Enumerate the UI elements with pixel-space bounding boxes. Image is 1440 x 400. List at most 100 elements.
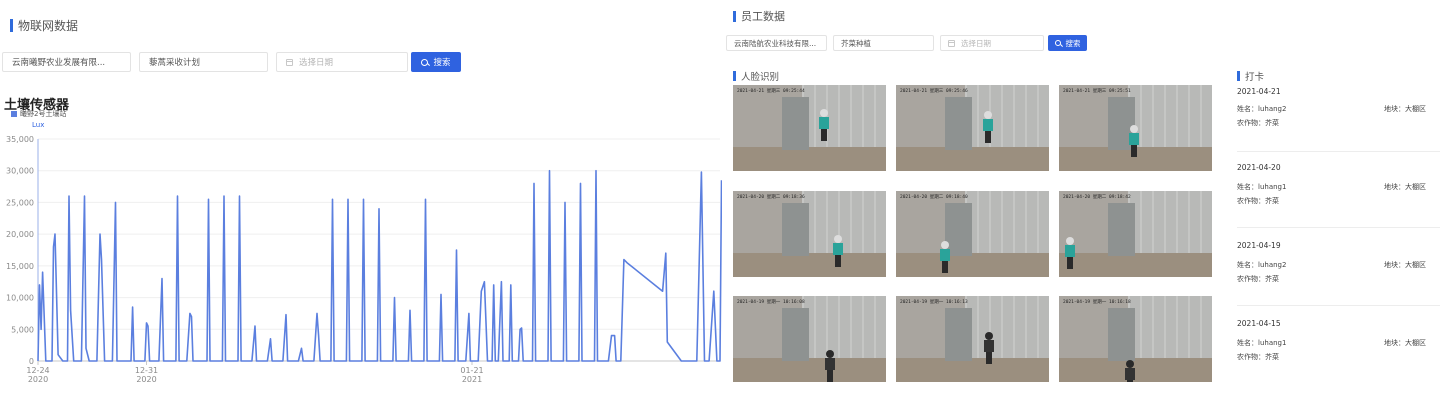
checkin-crop: 农作物：芥菜 <box>1237 118 1279 128</box>
face-photo[interactable]: 2021-04-19 星期一 10:16:08 <box>733 296 886 382</box>
plot-prefix: 地块： <box>1384 261 1405 269</box>
staff-search-label: 搜索 <box>1065 38 1081 48</box>
checkin-crop: 农作物：芥菜 <box>1237 352 1279 362</box>
checkin-crop: 农作物：芥菜 <box>1237 196 1279 206</box>
checkin-title-text: 打卡 <box>1245 72 1265 83</box>
calendar-icon <box>948 39 955 47</box>
y-tick-label: 10,000 <box>6 294 34 303</box>
checkin-name: 姓名：luhang2 <box>1237 104 1286 114</box>
checkin-record[interactable]: 2021-04-21 姓名：luhang2 地块：大棚区 农作物：芥菜 <box>1237 87 1440 152</box>
checkin-name: 姓名：luhang1 <box>1237 338 1286 348</box>
y-tick-label: 35,000 <box>6 135 34 144</box>
person-figure <box>984 332 994 364</box>
name-prefix: 姓名： <box>1237 261 1258 269</box>
checkin-divider <box>1237 227 1440 228</box>
checkin-plot: 地块：大棚区 <box>1384 104 1426 114</box>
checkin-record[interactable]: 2021-04-20 姓名：luhang1 地块：大棚区 农作物：芥菜 <box>1237 163 1440 228</box>
face-photo[interactable]: 2021-04-21 星期三 09:25:44 <box>733 85 886 171</box>
face-photo[interactable]: 2021-04-20 星期二 09:18:42 <box>1059 191 1212 277</box>
plot-prefix: 地块： <box>1384 339 1405 347</box>
plot-value: 大棚区 <box>1405 105 1426 113</box>
name-prefix: 姓名： <box>1237 339 1258 347</box>
face-title-text: 人脸识别 <box>741 72 780 83</box>
checkin-date: 2021-04-21 <box>1237 87 1281 96</box>
name-prefix: 姓名： <box>1237 105 1258 113</box>
person-figure <box>940 241 950 273</box>
staff-section-title: 员工数据 <box>733 8 785 24</box>
plot-value: 大棚区 <box>1405 261 1426 269</box>
person-figure <box>1129 125 1139 157</box>
crop-value: 芥菜 <box>1265 119 1279 127</box>
photo-timestamp: 2021-04-19 星期一 10:16:13 <box>900 300 968 305</box>
crop-prefix: 农作物： <box>1237 119 1265 127</box>
person-figure <box>1125 360 1135 382</box>
staff-date-picker[interactable]: 选择日期 <box>940 35 1044 51</box>
crop-prefix: 农作物： <box>1237 197 1265 205</box>
x-tick-label: 2020 <box>136 375 156 384</box>
checkin-date: 2021-04-19 <box>1237 241 1281 250</box>
checkin-name: 姓名：luhang1 <box>1237 182 1286 192</box>
photo-timestamp: 2021-04-21 星期三 09:25:46 <box>900 89 968 94</box>
photo-timestamp: 2021-04-21 星期三 09:25:51 <box>1063 89 1131 94</box>
checkin-record[interactable]: 2021-04-19 姓名：luhang2 地块：大棚区 农作物：芥菜 <box>1237 241 1440 306</box>
checkin-divider <box>1237 305 1440 306</box>
x-tick-label: 12-24 <box>26 366 49 375</box>
checkin-date: 2021-04-20 <box>1237 163 1281 172</box>
face-photo[interactable]: 2021-04-21 星期三 09:25:51 <box>1059 85 1212 171</box>
y-tick-label: 20,000 <box>6 230 34 239</box>
photo-timestamp: 2021-04-20 星期二 09:18:36 <box>737 195 805 200</box>
photo-timestamp: 2021-04-20 星期二 09:18:40 <box>900 195 968 200</box>
y-tick-label: 15,000 <box>6 262 34 271</box>
person-figure <box>833 235 843 267</box>
face-photo[interactable]: 2021-04-19 星期一 10:16:13 <box>896 296 1049 382</box>
name-value: luhang2 <box>1258 105 1287 113</box>
checkin-plot: 地块：大棚区 <box>1384 260 1426 270</box>
title-accent-bar <box>733 10 736 22</box>
photo-timestamp: 2021-04-20 星期二 09:18:42 <box>1063 195 1131 200</box>
person-figure <box>819 109 829 141</box>
iot-panel: 物联网数据 云南曦野农业发展有限... 藜蒿采收计划 选择日期 搜索 土壤传感器… <box>0 0 722 400</box>
sensor-chart: 0 5,000 10,000 15,000 20,000 25,000 30,000 35,0… <box>6 135 722 384</box>
plot-value: 大棚区 <box>1405 183 1426 191</box>
face-photo[interactable]: 2021-04-21 星期三 09:25:46 <box>896 85 1049 171</box>
staff-company-select[interactable]: 云南陆航农业科技有限... <box>726 35 827 51</box>
y-tick-label: 25,000 <box>6 198 34 207</box>
face-section-title: 人脸识别 <box>733 69 779 83</box>
x-tick-label: 12-31 <box>135 366 158 375</box>
staff-title-text: 员工数据 <box>741 10 785 23</box>
photo-timestamp: 2021-04-19 星期一 10:16:18 <box>1063 300 1131 305</box>
y-tick-label: 30,000 <box>6 167 34 176</box>
face-photo[interactable]: 2021-04-20 星期二 09:18:40 <box>896 191 1049 277</box>
person-figure <box>983 111 993 143</box>
face-photo[interactable]: 2021-04-19 星期一 10:16:18 <box>1059 296 1212 382</box>
checkin-plot: 地块：大棚区 <box>1384 182 1426 192</box>
photo-timestamp: 2021-04-21 星期三 09:25:44 <box>737 89 805 94</box>
name-prefix: 姓名： <box>1237 183 1258 191</box>
staff-plan-select[interactable]: 芥菜种植 <box>833 35 934 51</box>
crop-value: 芥菜 <box>1265 275 1279 283</box>
x-tick-label: 01-21 <box>460 366 483 375</box>
crop-value: 芥菜 <box>1265 197 1279 205</box>
y-tick-label: 0 <box>29 357 34 366</box>
y-tick-label: 5,000 <box>11 325 34 334</box>
name-value: luhang1 <box>1258 339 1287 347</box>
plot-value: 大棚区 <box>1405 339 1426 347</box>
photo-timestamp: 2021-04-19 星期一 10:16:08 <box>737 300 805 305</box>
checkin-date: 2021-04-15 <box>1237 319 1281 328</box>
face-photo[interactable]: 2021-04-20 星期二 09:18:36 <box>733 191 886 277</box>
person-figure <box>825 350 835 382</box>
crop-prefix: 农作物： <box>1237 275 1265 283</box>
search-icon <box>1054 40 1061 46</box>
checkin-record[interactable]: 2021-04-15 姓名：luhang1 地块：大棚区 农作物：芥菜 <box>1237 319 1440 383</box>
staff-plan-value: 芥菜种植 <box>841 38 871 48</box>
checkin-section-title: 打卡 <box>1237 69 1264 83</box>
checkin-plot: 地块：大棚区 <box>1384 338 1426 348</box>
staff-date-placeholder: 选择日期 <box>961 38 991 48</box>
checkin-crop: 农作物：芥菜 <box>1237 274 1279 284</box>
plot-prefix: 地块： <box>1384 183 1405 191</box>
title-accent-bar <box>733 71 736 81</box>
staff-company-value: 云南陆航农业科技有限... <box>734 38 817 48</box>
crop-prefix: 农作物： <box>1237 353 1265 361</box>
staff-search-button[interactable]: 搜索 <box>1048 35 1087 51</box>
x-tick-label: 2020 <box>28 375 48 384</box>
